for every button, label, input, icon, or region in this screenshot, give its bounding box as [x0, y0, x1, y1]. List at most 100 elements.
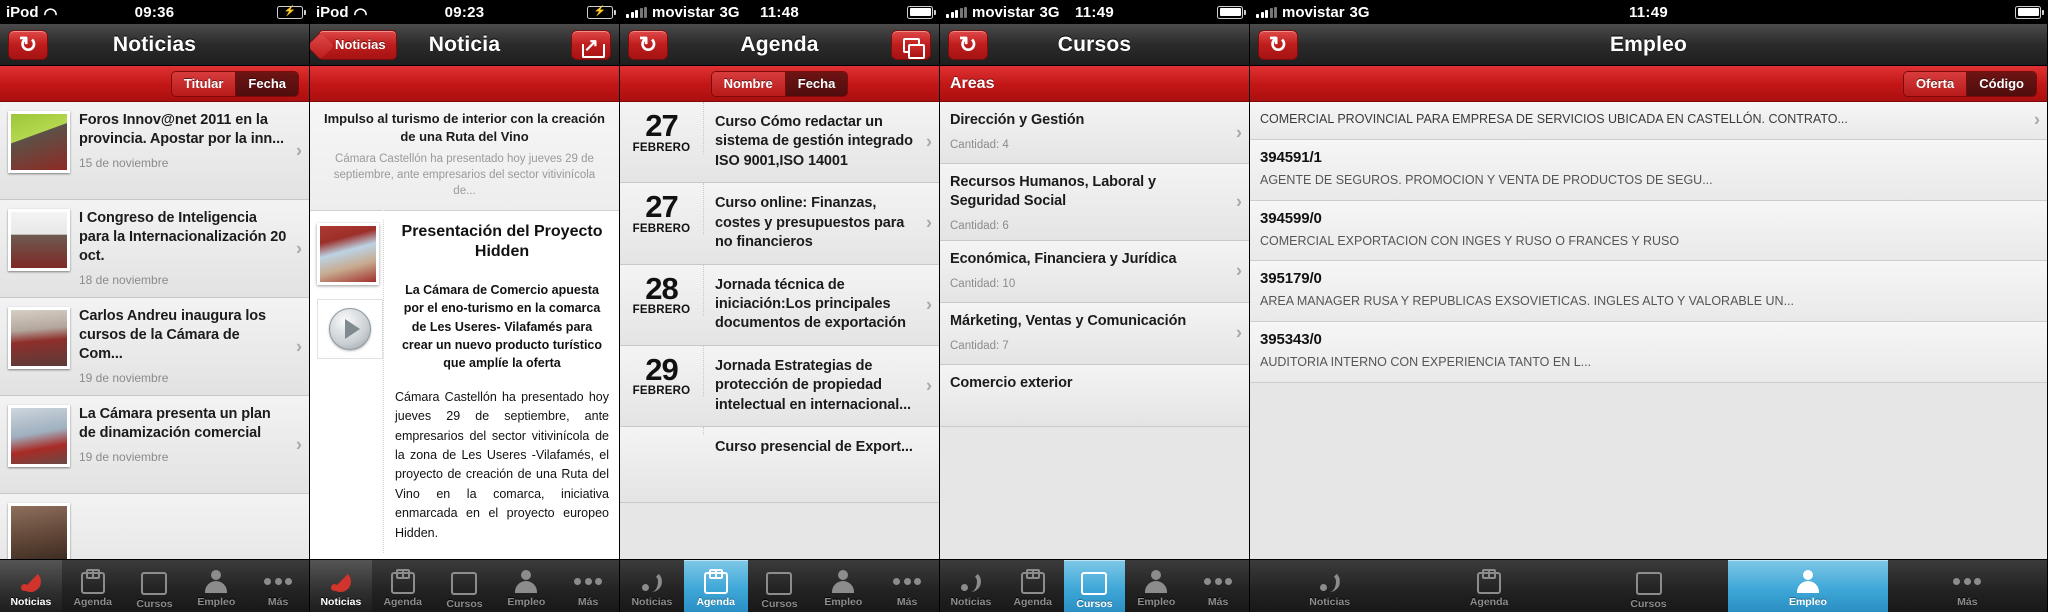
tab-noticias[interactable]: Noticias	[1250, 560, 1409, 612]
refresh-icon[interactable]	[8, 29, 48, 60]
tab-agenda[interactable]: Agenda	[62, 560, 124, 612]
list-item[interactable]: Recursos Humanos, Laboral y Seguridad So…	[940, 164, 1249, 241]
tab-cursos[interactable]: Cursos	[1063, 560, 1126, 612]
tab-label: Cursos	[446, 598, 483, 610]
list-item[interactable]: 395179/0 AREA MANAGER RUSA Y REPUBLICAS …	[1250, 261, 2047, 322]
event-date: 27 FEBRERO	[620, 183, 704, 235]
tab-label: Empleo	[197, 596, 236, 608]
tab-empleo[interactable]: Empleo	[1125, 560, 1187, 612]
list-item[interactable]: Económica, Financiera y Jurídica Cantida…	[940, 240, 1249, 303]
event-month: FEBRERO	[632, 304, 691, 317]
tab-mas[interactable]: Más	[1187, 560, 1249, 612]
sort-bar: Titular Fecha	[0, 66, 309, 102]
clock-label: 11:49	[1074, 3, 1115, 21]
list-item[interactable]: COMERCIAL PROVINCIAL PARA EMPRESA DE SER…	[1250, 102, 2047, 140]
area-quantity: Cantidad: 7	[950, 339, 1009, 352]
offer-code: 395343/0	[1260, 331, 1322, 348]
rss-icon	[17, 568, 45, 594]
tab-noticias[interactable]: Noticias	[940, 560, 1002, 612]
tab-label: Cursos	[136, 598, 173, 610]
tab-empleo[interactable]: Empleo	[185, 560, 247, 612]
tab-agenda[interactable]: Agenda	[683, 560, 748, 612]
cursos-list[interactable]: Dirección y Gestión Cantidad: 4 › Recurs…	[940, 102, 1249, 612]
tab-agenda[interactable]: Agenda	[1409, 560, 1568, 612]
tab-mas[interactable]: Más	[247, 560, 309, 612]
event-title: Jornada técnica de iniciación:Los princi…	[715, 276, 906, 332]
battery-icon	[907, 5, 936, 19]
segment-titular[interactable]: Titular	[171, 71, 236, 96]
segment-fecha[interactable]: Fecha	[784, 71, 848, 96]
tab-cursos[interactable]: Cursos	[124, 560, 186, 612]
tab-label: Más	[896, 596, 918, 608]
segment-nombre[interactable]: Nombre	[711, 71, 785, 96]
list-item[interactable]: 27 FEBRERO Curso Cómo redactar un sistem…	[620, 102, 939, 184]
tab-mas[interactable]: Más	[875, 560, 939, 612]
tab-noticias[interactable]: Noticias	[310, 560, 372, 612]
area-name: Comercio exterior	[950, 374, 1073, 391]
article-scroll[interactable]: Impulso al turismo de interior con la cr…	[310, 102, 619, 612]
segment-oferta[interactable]: Oferta	[1903, 71, 1967, 96]
tab-bar: Noticias Agenda Cursos Empleo Más	[940, 559, 1249, 612]
refresh-icon[interactable]	[1258, 29, 1298, 60]
list-item[interactable]: La Cámara presenta un plan de dinamizaci…	[0, 396, 309, 494]
sort-segmented-control[interactable]: Nombre Fecha	[710, 70, 849, 97]
segment-fecha[interactable]: Fecha	[235, 71, 298, 96]
sort-segmented-control[interactable]: Oferta Código	[1902, 70, 2037, 97]
article-title: Impulso al turismo de interior con la cr…	[323, 111, 605, 144]
tab-label: Cursos	[1630, 598, 1667, 610]
tab-cursos[interactable]: Cursos	[748, 560, 812, 612]
chevron-right-icon: ›	[1236, 191, 1242, 212]
tab-bar: Noticias Agenda Cursos Empleo Más	[1250, 559, 2047, 612]
tab-empleo[interactable]: Empleo	[1728, 560, 1888, 612]
list-item[interactable]: Dirección y Gestión Cantidad: 4 ›	[940, 102, 1249, 164]
tab-noticias[interactable]: Noticias	[620, 560, 684, 612]
phone-cursos: movistar 3G 11:49 Cursos Areas Dirección…	[940, 0, 1250, 612]
offer-description: COMERCIAL EXPORTACION CON INGES Y RUSO O…	[1260, 233, 1680, 248]
list-item[interactable]: 394599/0 COMERCIAL EXPORTACION CON INGES…	[1250, 200, 2047, 262]
tab-mas[interactable]: Más	[557, 560, 619, 612]
empleo-list[interactable]: COMERCIAL PROVINCIAL PARA EMPRESA DE SER…	[1250, 102, 2047, 612]
agenda-list[interactable]: 27 FEBRERO Curso Cómo redactar un sistem…	[620, 102, 939, 612]
copy-icon[interactable]	[891, 29, 931, 60]
refresh-icon[interactable]	[628, 29, 668, 60]
list-item[interactable]: Foros Innov@net 2011 en la provincia. Ap…	[0, 102, 309, 200]
video-thumbnail[interactable]	[317, 298, 383, 359]
list-item[interactable]: 27 FEBRERO Curso online: Finanzas, coste…	[620, 183, 939, 265]
book-icon	[1080, 570, 1108, 596]
tab-mas[interactable]: Más	[1888, 560, 2047, 612]
list-item[interactable]: Comercio exterior	[940, 364, 1249, 427]
sort-segmented-control[interactable]: Titular Fecha	[170, 70, 299, 97]
play-icon[interactable]	[329, 307, 371, 350]
ellipsis-icon	[1204, 568, 1233, 594]
tab-label: Noticias	[320, 596, 362, 608]
list-item[interactable]: 29 FEBRERO Jornada Estrategias de protec…	[620, 345, 939, 428]
chevron-right-icon: ›	[926, 212, 932, 233]
tab-cursos[interactable]: Cursos	[1569, 560, 1728, 612]
list-item[interactable]: 28 FEBRERO Jornada técnica de iniciación…	[620, 264, 939, 346]
share-icon[interactable]	[571, 29, 611, 60]
refresh-icon[interactable]	[948, 29, 988, 60]
tab-cursos[interactable]: Cursos	[434, 560, 496, 612]
article-photo[interactable]	[317, 222, 379, 285]
tab-agenda[interactable]: Agenda	[372, 560, 434, 612]
tab-empleo[interactable]: Empleo	[811, 560, 875, 612]
section-header-label: Areas	[950, 74, 995, 92]
news-list[interactable]: Foros Innov@net 2011 en la provincia. Ap…	[0, 102, 309, 612]
list-item[interactable]: Curso presencial de Export...	[620, 427, 939, 504]
tab-label: Noticias	[1309, 596, 1351, 608]
person-icon	[202, 568, 230, 594]
list-item[interactable]: Márketing, Ventas y Comunicación Cantida…	[940, 302, 1249, 365]
back-button[interactable]: Noticias	[318, 29, 397, 60]
news-thumbnail	[8, 307, 70, 369]
list-item[interactable]: 395343/0 AUDITORIA INTERNO CON EXPERIENC…	[1250, 322, 2047, 383]
area-name: Recursos Humanos, Laboral y Seguridad So…	[950, 174, 1156, 209]
segment-codigo[interactable]: Código	[1966, 71, 2036, 96]
list-item[interactable]: I Congreso de Inteligencia para la Inter…	[0, 200, 309, 298]
list-item[interactable]: 394591/1 AGENTE DE SEGUROS. PROMOCION Y …	[1250, 139, 2047, 201]
tab-empleo[interactable]: Empleo	[495, 560, 557, 612]
offer-description: AUDITORIA INTERNO CON EXPERIENCIA TANTO …	[1260, 355, 1592, 369]
tab-noticias[interactable]: Noticias	[0, 560, 62, 612]
battery-icon	[587, 5, 616, 19]
tab-agenda[interactable]: Agenda	[1002, 560, 1064, 612]
list-item[interactable]: Carlos Andreu inaugura los cursos de la …	[0, 298, 309, 396]
